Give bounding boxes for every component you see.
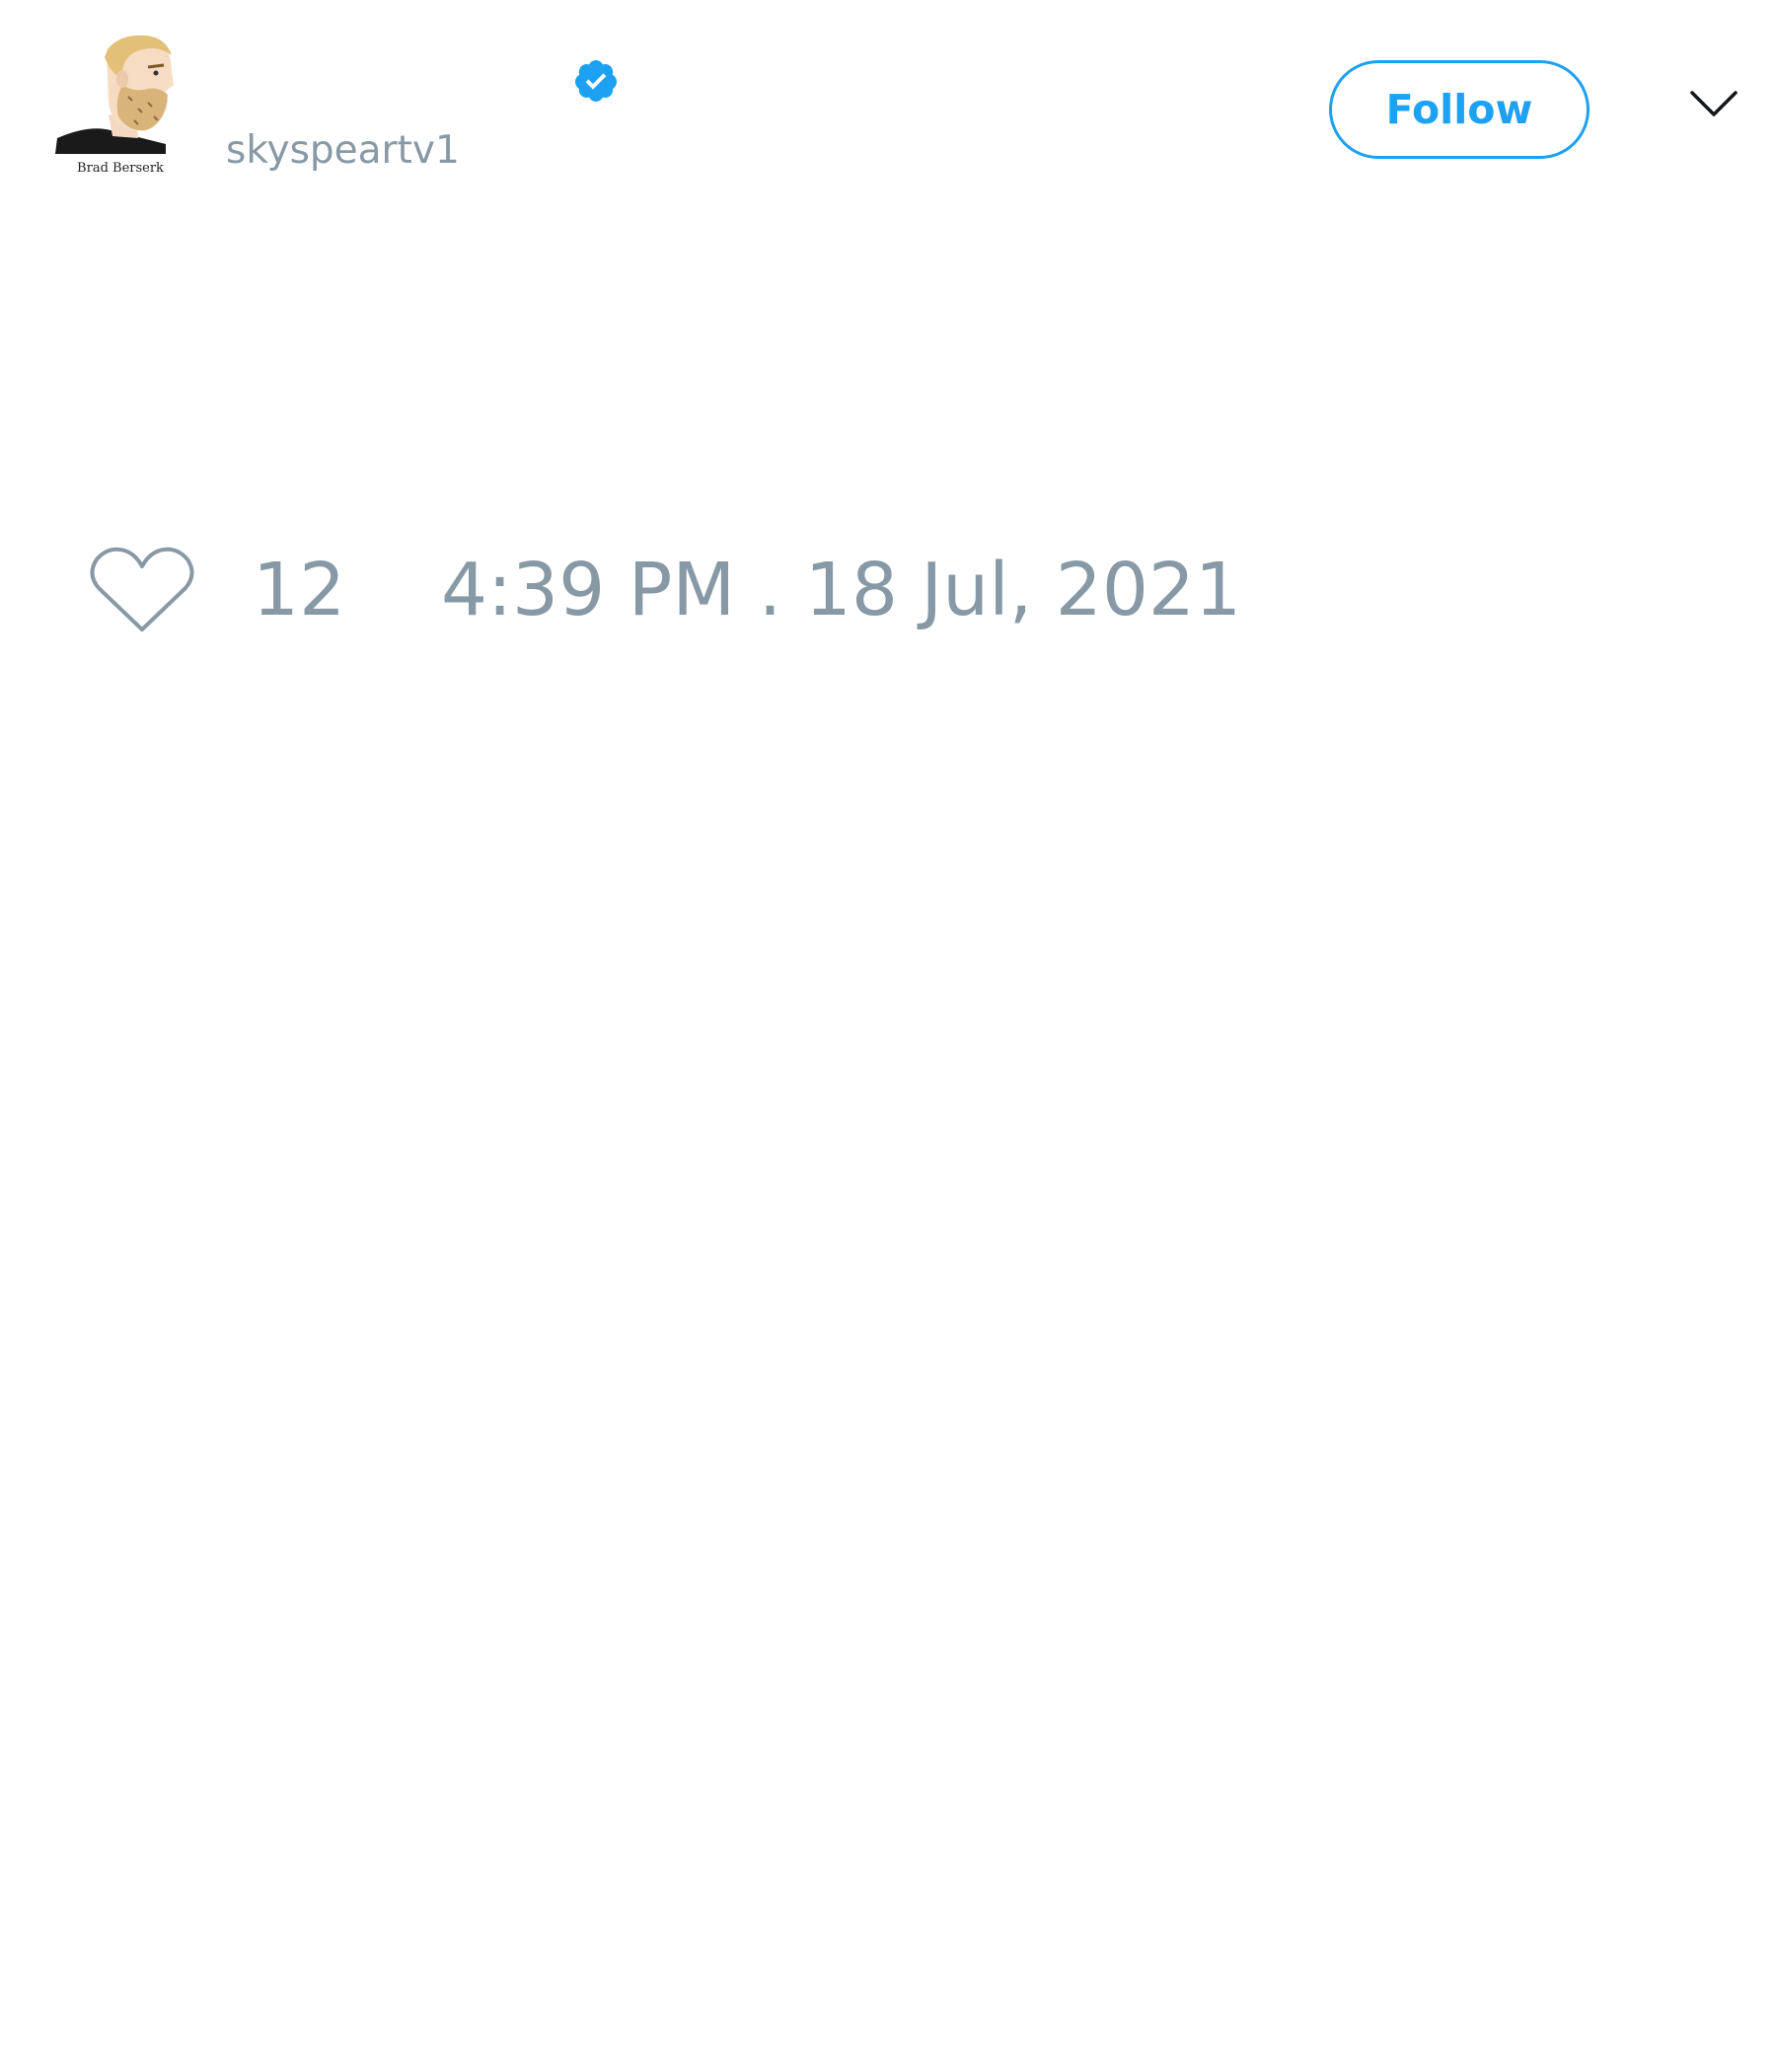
username[interactable]: skyspeartv1 bbox=[226, 126, 460, 176]
heart-icon[interactable] bbox=[89, 545, 195, 635]
tweet-header: Brad Berserk skyspeartv1 Follow bbox=[0, 0, 1776, 197]
tweet-text bbox=[49, 207, 1727, 503]
follow-button[interactable]: Follow bbox=[1329, 60, 1590, 159]
tweet-meta: 12 4:39 PM . 18 Jul, 2021 bbox=[0, 533, 1776, 641]
timestamp[interactable]: 4:39 PM . 18 Jul, 2021 bbox=[441, 551, 1241, 629]
verified-badge-icon bbox=[574, 60, 617, 102]
avatar[interactable]: Brad Berserk bbox=[49, 28, 187, 181]
chevron-down-icon[interactable] bbox=[1689, 89, 1739, 120]
avatar-caption: Brad Berserk bbox=[77, 161, 164, 176]
tweet-card: Brad Berserk skyspeartv1 Follow 12 4:39 … bbox=[0, 0, 1776, 2072]
like-count: 12 bbox=[253, 548, 346, 632]
avatar-image: Brad Berserk bbox=[49, 28, 187, 181]
